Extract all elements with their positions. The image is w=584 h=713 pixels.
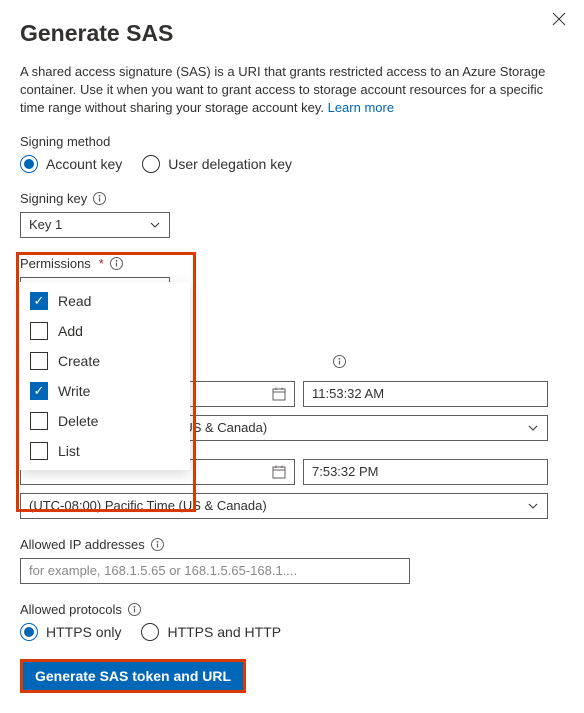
- panel-description: A shared access signature (SAS) is a URI…: [20, 63, 564, 118]
- signing-key-label: Signing key: [20, 191, 564, 206]
- signing-key-select[interactable]: Key 1: [20, 212, 170, 238]
- expiry-time-value: 7:53:32 PM: [312, 464, 379, 479]
- permission-label: Write: [58, 383, 90, 399]
- info-icon[interactable]: [333, 355, 346, 368]
- permission-label: Delete: [58, 413, 98, 429]
- expiry-timezone-select[interactable]: (UTC-08:00) Pacific Time (US & Canada): [20, 493, 548, 519]
- permission-label: Add: [58, 323, 83, 339]
- permissions-dropdown: ✓ Read Add Create ✓ Write Delete List: [20, 282, 190, 470]
- highlight-box: Generate SAS token and URL: [20, 659, 246, 693]
- info-icon[interactable]: [110, 257, 123, 270]
- radio-label: User delegation key: [168, 156, 292, 172]
- description-text: A shared access signature (SAS) is a URI…: [20, 64, 545, 115]
- generate-sas-button[interactable]: Generate SAS token and URL: [23, 662, 243, 690]
- checkbox-icon: [30, 322, 48, 340]
- allowed-ip-placeholder: for example, 168.1.5.65 or 168.1.5.65-16…: [29, 563, 297, 578]
- signing-method-account[interactable]: Account key: [20, 155, 122, 173]
- permission-option-add[interactable]: Add: [20, 316, 190, 346]
- allowed-protocols-group: HTTPS only HTTPS and HTTP: [20, 623, 564, 641]
- required-asterisk: *: [99, 256, 104, 271]
- radio-icon: [20, 155, 38, 173]
- checkbox-icon: ✓: [30, 382, 48, 400]
- permission-label: Read: [58, 293, 91, 309]
- close-icon[interactable]: [552, 12, 566, 26]
- permission-option-delete[interactable]: Delete: [20, 406, 190, 436]
- radio-icon: [20, 623, 38, 641]
- signing-method-group: Account key User delegation key: [20, 155, 564, 173]
- protocol-https-only[interactable]: HTTPS only: [20, 623, 121, 641]
- allowed-protocols-label-text: Allowed protocols: [20, 602, 122, 617]
- checkbox-icon: [30, 412, 48, 430]
- info-icon[interactable]: [128, 603, 141, 616]
- permission-option-read[interactable]: ✓ Read: [20, 286, 190, 316]
- info-icon[interactable]: [151, 538, 164, 551]
- start-time-value: 11:53:32 AM: [312, 386, 384, 401]
- chevron-down-icon: [149, 219, 161, 231]
- permission-option-list[interactable]: List: [20, 436, 190, 466]
- radio-icon: [142, 155, 160, 173]
- calendar-icon: [272, 465, 286, 479]
- expiry-time-input[interactable]: 7:53:32 PM: [303, 459, 548, 485]
- permissions-label: Permissions *: [20, 256, 564, 271]
- radio-icon: [141, 623, 159, 641]
- protocol-https-and-http[interactable]: HTTPS and HTTP: [141, 623, 281, 641]
- permissions-label-text: Permissions: [20, 256, 91, 271]
- permission-label: Create: [58, 353, 100, 369]
- allowed-ip-label-text: Allowed IP addresses: [20, 537, 145, 552]
- signing-key-label-text: Signing key: [20, 191, 87, 206]
- panel-title: Generate SAS: [20, 20, 564, 47]
- permission-label: List: [58, 443, 80, 459]
- radio-label: HTTPS only: [46, 624, 121, 640]
- signing-key-value: Key 1: [29, 217, 62, 232]
- signing-method-label: Signing method: [20, 134, 564, 149]
- learn-more-link[interactable]: Learn more: [328, 100, 394, 115]
- info-icon[interactable]: [93, 192, 106, 205]
- checkbox-icon: ✓: [30, 292, 48, 310]
- start-time-input[interactable]: 11:53:32 AM: [303, 381, 548, 407]
- chevron-down-icon: [527, 500, 539, 512]
- calendar-icon: [272, 387, 286, 401]
- radio-label: Account key: [46, 156, 122, 172]
- expiry-timezone-value: (UTC-08:00) Pacific Time (US & Canada): [29, 498, 267, 513]
- checkbox-icon: [30, 442, 48, 460]
- allowed-ip-input[interactable]: for example, 168.1.5.65 or 168.1.5.65-16…: [20, 558, 410, 584]
- radio-label: HTTPS and HTTP: [167, 624, 281, 640]
- permission-option-create[interactable]: Create: [20, 346, 190, 376]
- allowed-protocols-label: Allowed protocols: [20, 602, 564, 617]
- checkbox-icon: [30, 352, 48, 370]
- generate-sas-panel: Generate SAS A shared access signature (…: [0, 0, 584, 713]
- chevron-down-icon: [527, 422, 539, 434]
- allowed-ip-label: Allowed IP addresses: [20, 537, 564, 552]
- signing-method-delegation[interactable]: User delegation key: [142, 155, 292, 173]
- permission-option-write[interactable]: ✓ Write: [20, 376, 190, 406]
